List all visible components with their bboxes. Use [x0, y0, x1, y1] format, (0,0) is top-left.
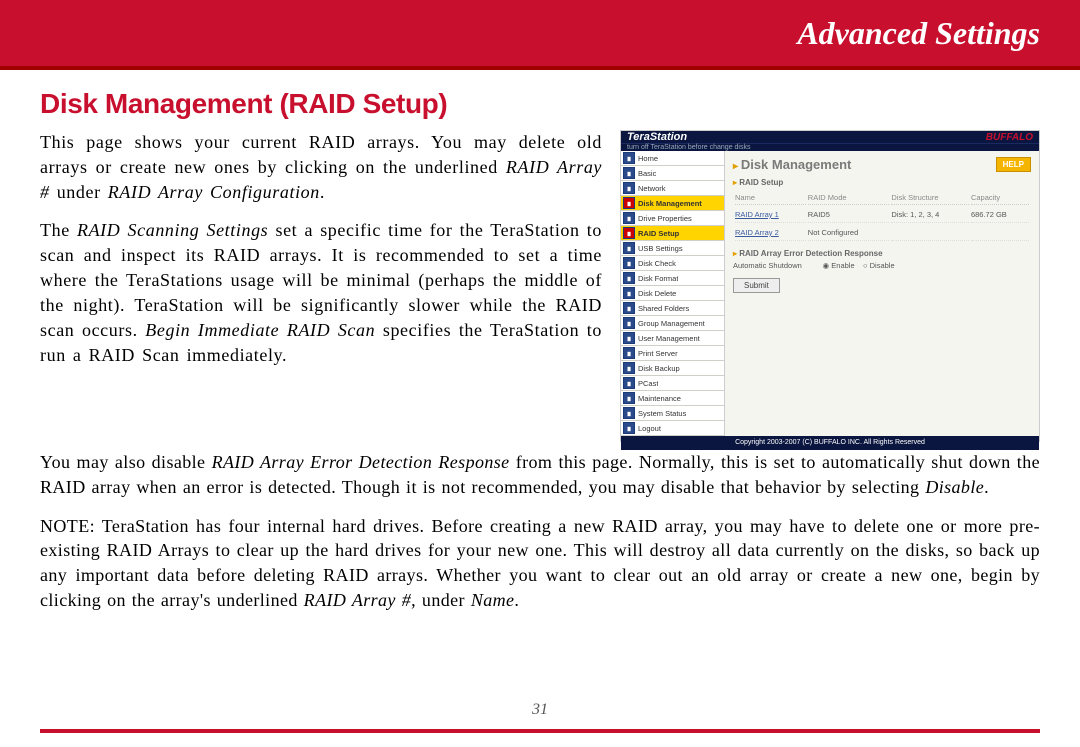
raid-array-link[interactable]: RAID Array 1: [735, 207, 806, 223]
nav-icon: ∎: [623, 347, 635, 359]
nav-item-usb-settings[interactable]: ∎USB Settings: [621, 241, 724, 256]
nav-label: System Status: [638, 409, 686, 418]
nav-label: Network: [638, 184, 666, 193]
nav-item-disk-backup[interactable]: ∎Disk Backup: [621, 361, 724, 376]
nav-item-system-status[interactable]: ∎System Status: [621, 406, 724, 421]
nav-icon: ∎: [623, 332, 635, 344]
nav-label: Group Management: [638, 319, 705, 328]
nav-label: Drive Properties: [638, 214, 692, 223]
nav-icon: ∎: [623, 152, 635, 164]
nav-label: Disk Backup: [638, 364, 680, 373]
help-button[interactable]: HELP: [996, 157, 1031, 172]
raid-setup-panel-head: RAID Setup: [733, 178, 1031, 187]
paragraph-4: NOTE: TeraStation has four internal hard…: [40, 514, 1040, 613]
nav-item-disk-format[interactable]: ∎Disk Format: [621, 271, 724, 286]
nav-item-maintenance[interactable]: ∎Maintenance: [621, 391, 724, 406]
brand-left: TeraStation: [627, 131, 687, 143]
nav-label: Maintenance: [638, 394, 681, 403]
nav-icon: ∎: [623, 182, 635, 194]
page-content: Disk Management (RAID Setup) This page s…: [0, 70, 1080, 613]
page-number: 31: [0, 701, 1080, 719]
nav-item-home[interactable]: ∎Home: [621, 151, 724, 166]
nav-label: Home: [638, 154, 658, 163]
nav-label: User Management: [638, 334, 700, 343]
nav-item-network[interactable]: ∎Network: [621, 181, 724, 196]
nav-item-basic[interactable]: ∎Basic: [621, 166, 724, 181]
paragraph-2: The RAID Scanning Settings set a specifi…: [40, 218, 602, 367]
nav-icon: ∎: [623, 302, 635, 314]
table-row: RAID Array 1 RAID5 Disk: 1, 2, 3, 4 686.…: [735, 207, 1029, 223]
nav-icon: ∎: [623, 392, 635, 404]
radio-enable[interactable]: ◉: [823, 261, 832, 270]
nav-label: Disk Delete: [638, 289, 676, 298]
radio-disable[interactable]: ○: [863, 261, 870, 270]
paragraph-3: You may also disable RAID Array Error De…: [40, 450, 1040, 500]
nav-item-user-management[interactable]: ∎User Management: [621, 331, 724, 346]
screenshot-main-title: Disk Management: [733, 157, 1031, 172]
nav-icon: ∎: [623, 197, 635, 209]
nav-item-raid-setup[interactable]: ∎RAID Setup: [621, 226, 724, 241]
nav-icon: ∎: [623, 287, 635, 299]
nav-label: USB Settings: [638, 244, 683, 253]
table-header-row: Name RAID Mode Disk Structure Capacity: [735, 191, 1029, 205]
header-title: Advanced Settings: [797, 15, 1040, 52]
brand-right: BUFFALO: [986, 132, 1033, 143]
screenshot-nav: ∎Home∎Basic∎Network∎Disk Management∎Driv…: [621, 151, 725, 436]
nav-icon: ∎: [623, 362, 635, 374]
nav-item-logout[interactable]: ∎Logout: [621, 421, 724, 436]
nav-item-disk-management[interactable]: ∎Disk Management: [621, 196, 724, 211]
nav-label: Disk Format: [638, 274, 678, 283]
nav-label: Disk Check: [638, 259, 676, 268]
nav-item-group-management[interactable]: ∎Group Management: [621, 316, 724, 331]
nav-icon: ∎: [623, 377, 635, 389]
nav-icon: ∎: [623, 212, 635, 224]
header-band: Advanced Settings: [0, 0, 1080, 70]
raid-table: Name RAID Mode Disk Structure Capacity R…: [733, 189, 1031, 243]
error-detection-row: Automatic Shutdown ◉ Enable ○ Disable: [733, 261, 1031, 270]
nav-item-disk-check[interactable]: ∎Disk Check: [621, 256, 724, 271]
nav-label: Shared Folders: [638, 304, 689, 313]
nav-label: Print Server: [638, 349, 678, 358]
nav-item-print-server[interactable]: ∎Print Server: [621, 346, 724, 361]
nav-icon: ∎: [623, 272, 635, 284]
nav-icon: ∎: [623, 242, 635, 254]
bottom-rule: [40, 729, 1040, 733]
nav-icon: ∎: [623, 317, 635, 329]
nav-label: Logout: [638, 424, 661, 433]
nav-label: PCast: [638, 379, 658, 388]
nav-label: Disk Management: [638, 199, 702, 208]
screenshot-subbar: turn off TeraStation before change disks: [621, 143, 1039, 151]
table-row: RAID Array 2 Not Configured: [735, 225, 1029, 241]
nav-item-shared-folders[interactable]: ∎Shared Folders: [621, 301, 724, 316]
submit-button[interactable]: Submit: [733, 278, 780, 293]
paragraph-1: This page shows your current RAID arrays…: [40, 130, 602, 204]
screenshot-main: HELP Disk Management RAID Setup Name RAI…: [725, 151, 1039, 436]
nav-item-pcast[interactable]: ∎PCast: [621, 376, 724, 391]
nav-icon: ∎: [623, 167, 635, 179]
error-detection-panel-head: RAID Array Error Detection Response: [733, 249, 1031, 258]
nav-label: RAID Setup: [638, 229, 679, 238]
nav-icon: ∎: [623, 227, 635, 239]
nav-icon: ∎: [623, 422, 635, 434]
raid-array-link[interactable]: RAID Array 2: [735, 225, 806, 241]
nav-item-drive-properties[interactable]: ∎Drive Properties: [621, 211, 724, 226]
nav-label: Basic: [638, 169, 656, 178]
section-heading: Disk Management (RAID Setup): [40, 88, 1040, 120]
screenshot-titlebar: TeraStation BUFFALO: [621, 131, 1039, 143]
nav-icon: ∎: [623, 407, 635, 419]
nav-icon: ∎: [623, 257, 635, 269]
screenshot-footer: Copyright 2003-2007 (C) BUFFALO INC. All…: [621, 436, 1039, 450]
embedded-screenshot: TeraStation BUFFALO turn off TeraStation…: [620, 130, 1040, 442]
nav-item-disk-delete[interactable]: ∎Disk Delete: [621, 286, 724, 301]
